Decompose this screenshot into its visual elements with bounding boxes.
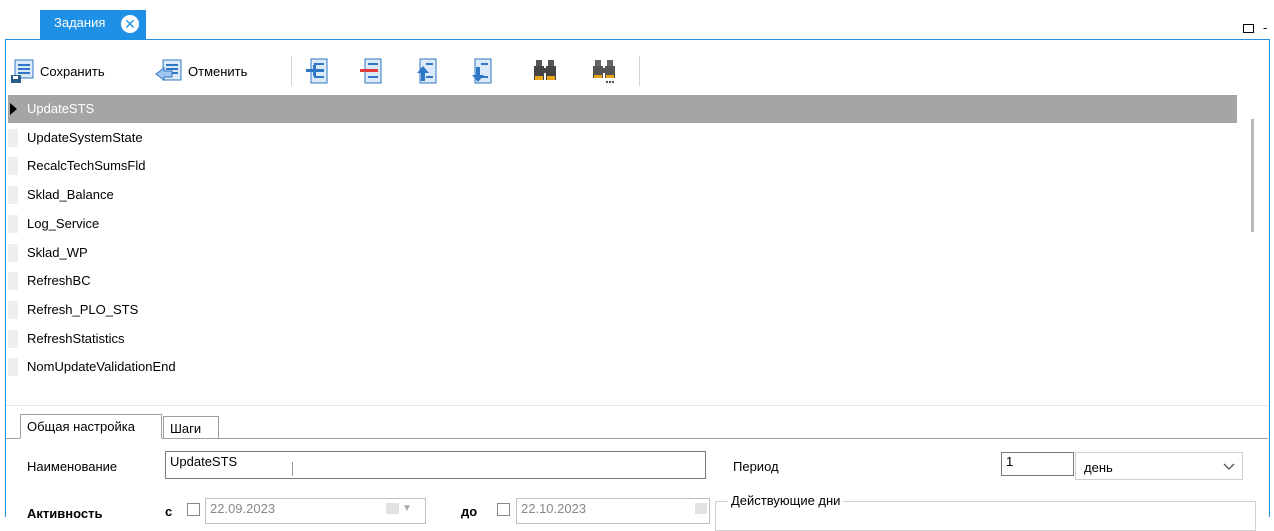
from-date-value: 22.09.2023 — [210, 501, 276, 516]
row-indicator[interactable] — [8, 128, 18, 147]
toolbar: Сохранить Отменить — [6, 44, 1268, 90]
save-button-label: Сохранить — [40, 63, 105, 79]
text-cursor — [292, 462, 293, 476]
restore-icon[interactable] — [1243, 24, 1254, 33]
list-item[interactable]: RefreshBC — [8, 267, 1237, 295]
period-unit-value: день — [1084, 460, 1113, 475]
cancel-button-label: Отменить — [188, 63, 248, 79]
task-list: UpdateSTS UpdateSystemState RecalcTechSums… — [8, 95, 1237, 405]
row-indicator[interactable] — [8, 329, 18, 348]
name-label: Наименование — [27, 459, 118, 474]
list-item[interactable]: RecalcTechSumsFld — [8, 152, 1237, 180]
list-item-label: Refresh_PLO_STS — [27, 301, 139, 317]
list-item[interactable]: Refresh_PLO_STS — [8, 296, 1237, 324]
move-down-button[interactable] — [469, 56, 495, 86]
cancel-button[interactable]: Отменить — [154, 56, 247, 86]
list-item-label: Log_Service — [27, 215, 100, 231]
chevron-down-icon[interactable]: ▼ — [402, 503, 412, 514]
list-item[interactable]: UpdateSystemState — [8, 124, 1237, 152]
move-up-button[interactable] — [414, 56, 440, 86]
delete-row-button[interactable] — [359, 56, 385, 86]
list-item-label: NomUpdateValidationEnd — [27, 359, 176, 375]
document-tab-strip — [0, 0, 1274, 38]
list-item-label: RecalcTechSumsFld — [27, 158, 146, 174]
period-value: 1 — [1006, 454, 1014, 469]
row-indicator[interactable] — [8, 358, 18, 377]
name-field[interactable]: UpdateSTS — [165, 451, 706, 479]
list-item-label: RefreshBC — [27, 273, 91, 289]
tab-steps-label: Шаги — [170, 421, 202, 436]
divider — [6, 405, 1268, 406]
list-item-label: Sklad_WP — [27, 244, 88, 260]
list-item[interactable]: Sklad_WP — [8, 239, 1237, 267]
row-indicator[interactable] — [8, 300, 18, 319]
scrollbar-thumb[interactable] — [1251, 119, 1254, 232]
delete-row-icon — [360, 58, 382, 84]
task-list-scrollbar[interactable] — [1238, 95, 1267, 405]
move-up-icon — [417, 58, 437, 84]
tab-tasks[interactable]: Задания ✕ — [40, 10, 146, 39]
name-field-value: UpdateSTS — [170, 454, 238, 469]
minimize-icon[interactable]: - — [1263, 20, 1267, 35]
active-days-label: Действующие дни — [728, 493, 844, 508]
find-next-button[interactable] — [591, 56, 617, 86]
list-item[interactable]: NomUpdateValidationEnd — [8, 353, 1237, 381]
calendar-icon[interactable] — [386, 503, 399, 514]
close-icon[interactable]: ✕ — [121, 15, 139, 33]
list-item[interactable]: UpdateSTS — [8, 95, 1237, 123]
list-item-label: RefreshStatistics — [27, 330, 125, 346]
period-value-field[interactable]: 1 — [1001, 452, 1074, 476]
period-unit-select[interactable]: день — [1075, 452, 1243, 480]
toolbar-separator — [639, 56, 640, 86]
list-item[interactable]: Sklad_Balance — [8, 181, 1237, 209]
row-indicator[interactable] — [8, 214, 18, 233]
find-button[interactable] — [532, 56, 558, 86]
add-row-icon — [306, 58, 328, 84]
find-icon — [534, 60, 556, 80]
activity-label: Активность — [27, 506, 103, 521]
list-item-label: UpdateSTS — [27, 101, 95, 116]
from-date-field[interactable]: 22.09.2023 ▼ — [205, 498, 426, 524]
find-next-icon — [593, 60, 615, 84]
add-row-button[interactable] — [305, 56, 331, 86]
current-row-arrow-icon — [10, 103, 17, 115]
tab-general-settings-label: Общая настройка — [27, 419, 135, 434]
from-checkbox[interactable] — [187, 503, 200, 516]
row-indicator[interactable] — [8, 243, 18, 262]
row-indicator[interactable] — [8, 186, 18, 205]
chevron-down-icon — [1223, 463, 1235, 470]
row-indicator[interactable] — [8, 272, 18, 291]
list-item-label: UpdateSystemState — [27, 129, 143, 145]
move-down-icon — [472, 58, 492, 84]
to-checkbox[interactable] — [497, 503, 510, 516]
tab-steps[interactable]: Шаги — [163, 416, 219, 438]
to-date-field[interactable]: 22.10.2023 — [516, 498, 710, 524]
tab-tasks-label: Задания — [54, 15, 106, 30]
toolbar-separator — [291, 56, 292, 86]
tab-bar-line — [6, 438, 1268, 439]
calendar-icon[interactable] — [695, 503, 707, 514]
row-indicator[interactable] — [8, 157, 18, 176]
tab-general-settings[interactable]: Общая настройка — [20, 414, 162, 439]
list-item[interactable]: RefreshStatistics — [8, 325, 1237, 353]
list-item[interactable]: Log_Service — [8, 210, 1237, 238]
list-item-label: Sklad_Balance — [27, 187, 114, 203]
save-icon — [11, 59, 34, 83]
period-label: Период — [733, 459, 779, 474]
to-date-value: 22.10.2023 — [521, 501, 587, 516]
cancel-icon — [155, 59, 182, 81]
save-button[interactable]: Сохранить — [10, 56, 105, 86]
